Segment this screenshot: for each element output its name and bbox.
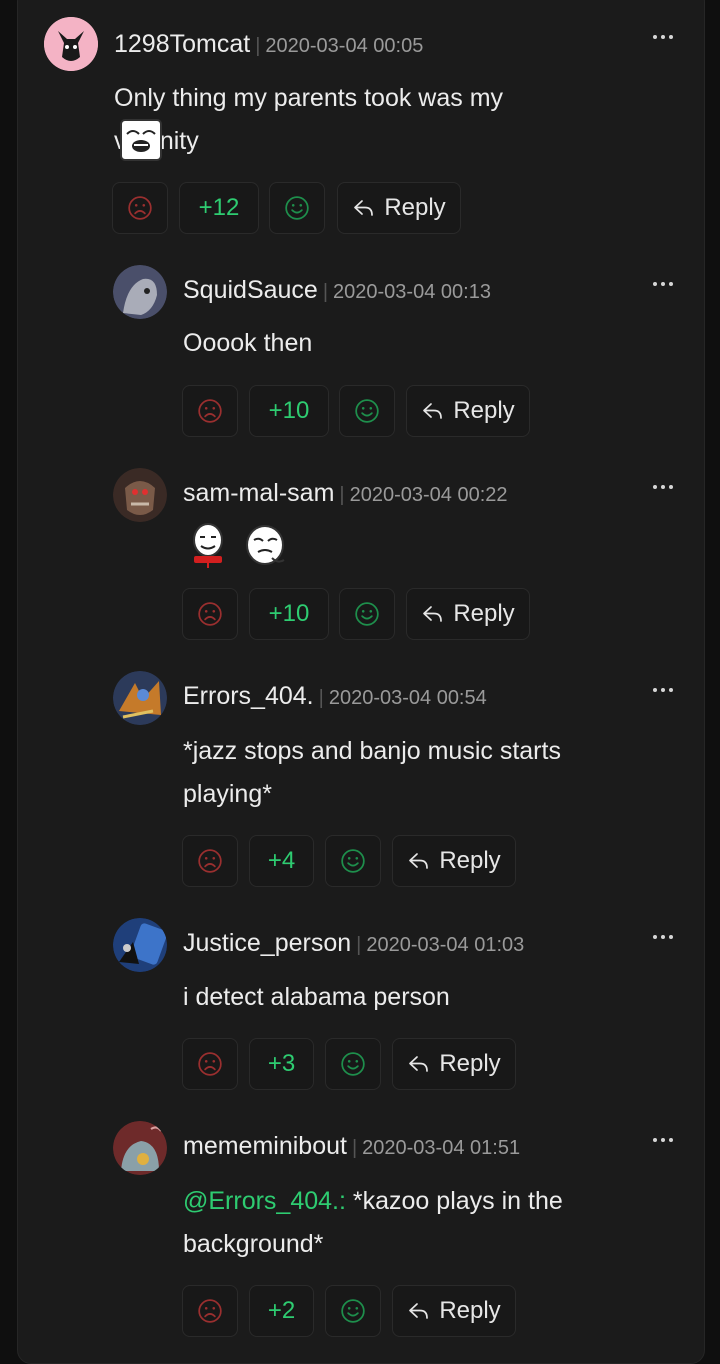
comment-text: @Errors_404.: *kazoo plays in the backgr… [183, 1180, 653, 1266]
reply-label: Reply [439, 847, 501, 874]
timestamp: 2020-03-04 00:05 [265, 35, 424, 57]
reply-button[interactable]: Reply [406, 588, 530, 640]
timestamp: 2020-03-04 00:22 [349, 484, 508, 506]
upvote-button[interactable] [325, 835, 381, 887]
comment-text: Ooook then [183, 329, 313, 357]
score-badge: +4 [249, 835, 314, 887]
reply-label: Reply [439, 1050, 501, 1077]
mention-link[interactable]: @Errors_404.: [183, 1187, 346, 1215]
reply-arrow-icon [354, 200, 374, 216]
separator: | [351, 1137, 358, 1159]
avatar[interactable] [113, 918, 167, 972]
reply-arrow-icon [409, 853, 429, 869]
username[interactable]: 1298Tomcat [114, 30, 250, 58]
comment-header: sam-mal-sam | 2020-03-04 00:22 [183, 479, 508, 508]
sweet-jesus-rage-face-icon [120, 119, 162, 161]
comment-header: Justice_person | 2020-03-04 01:03 [183, 929, 524, 958]
yaoming-face-icon [193, 523, 223, 568]
reply-button[interactable]: Reply [406, 385, 530, 437]
timestamp: 2020-03-04 01:03 [366, 934, 525, 956]
avatar[interactable] [113, 1121, 167, 1175]
downvote-button[interactable] [182, 385, 238, 437]
happy-face-icon [341, 849, 365, 873]
more-options-icon[interactable] [651, 27, 679, 47]
reply-label: Reply [439, 1297, 501, 1324]
score-value: +10 [268, 397, 310, 424]
sad-face-icon [198, 602, 222, 626]
reply-button[interactable]: Reply [392, 1285, 516, 1337]
score-badge: +3 [249, 1038, 314, 1090]
more-options-icon[interactable] [651, 274, 679, 294]
happy-face-icon [355, 399, 379, 423]
avatar[interactable] [113, 265, 167, 319]
reply-arrow-icon [409, 1056, 429, 1072]
comment-header: mememinibout | 2020-03-04 01:51 [183, 1132, 520, 1161]
timestamp: 2020-03-04 00:54 [328, 687, 487, 709]
happy-face-icon [341, 1052, 365, 1076]
username[interactable]: Errors_404. [183, 682, 314, 710]
username[interactable]: SquidSauce [183, 276, 318, 304]
comment-text: *jazz stops and banjo music starts playi… [183, 737, 561, 808]
more-options-icon[interactable] [651, 927, 679, 947]
upvote-button[interactable] [339, 385, 395, 437]
upvote-button[interactable] [325, 1038, 381, 1090]
timestamp: 2020-03-04 00:13 [333, 281, 491, 303]
downvote-button[interactable] [112, 182, 168, 234]
separator: | [322, 281, 329, 303]
sad-face-icon [198, 1299, 222, 1323]
score-badge: +10 [249, 385, 329, 437]
happy-face-icon [341, 1299, 365, 1323]
okay-face-icon [246, 525, 285, 565]
happy-face-icon [285, 196, 309, 220]
avatar[interactable] [113, 671, 167, 725]
score-value: +10 [268, 600, 310, 627]
more-options-icon[interactable] [651, 1130, 679, 1150]
comment-header: SquidSauce | 2020-03-04 00:13 [183, 276, 491, 305]
score-value: +12 [198, 194, 240, 221]
comment-header: 1298Tomcat | 2020-03-04 00:05 [114, 30, 423, 59]
upvote-button[interactable] [339, 588, 395, 640]
score-value: +4 [267, 847, 296, 874]
sad-face-icon [198, 849, 222, 873]
reply-button[interactable]: Reply [337, 182, 461, 234]
score-value: +2 [267, 1297, 296, 1324]
reply-arrow-icon [423, 403, 443, 419]
separator: | [318, 687, 324, 709]
reply-label: Reply [384, 194, 446, 221]
more-options-icon[interactable] [651, 477, 679, 497]
separator: | [255, 35, 261, 57]
comment-text: i detect alabama person [183, 983, 450, 1011]
sad-face-icon [198, 399, 222, 423]
downvote-button[interactable] [182, 835, 238, 887]
avatar[interactable] [44, 17, 98, 71]
reply-arrow-icon [409, 1303, 429, 1319]
downvote-button[interactable] [182, 1038, 238, 1090]
separator: | [339, 484, 345, 506]
downvote-button[interactable] [182, 1285, 238, 1337]
username[interactable]: Justice_person [183, 929, 351, 957]
separator: | [356, 934, 362, 956]
comment-text: Only thing my parents took was my virgin… [114, 84, 504, 155]
reply-label: Reply [453, 600, 515, 627]
score-value: +3 [267, 1050, 296, 1077]
sad-face-icon [128, 196, 152, 220]
more-options-icon[interactable] [651, 680, 679, 700]
downvote-button[interactable] [182, 588, 238, 640]
username[interactable]: sam-mal-sam [183, 479, 334, 507]
username[interactable]: mememinibout [183, 1132, 347, 1160]
reply-button[interactable]: Reply [392, 1038, 516, 1090]
score-badge: +12 [179, 182, 259, 234]
comment-header: Errors_404. | 2020-03-04 00:54 [183, 682, 487, 711]
timestamp: 2020-03-04 01:51 [362, 1137, 521, 1159]
avatar[interactable] [113, 468, 167, 522]
sad-face-icon [198, 1052, 222, 1076]
happy-face-icon [355, 602, 379, 626]
reply-button[interactable]: Reply [392, 835, 516, 887]
upvote-button[interactable] [269, 182, 325, 234]
reply-label: Reply [453, 397, 515, 424]
reply-arrow-icon [423, 606, 443, 622]
score-badge: +2 [249, 1285, 314, 1337]
score-badge: +10 [249, 588, 329, 640]
upvote-button[interactable] [325, 1285, 381, 1337]
